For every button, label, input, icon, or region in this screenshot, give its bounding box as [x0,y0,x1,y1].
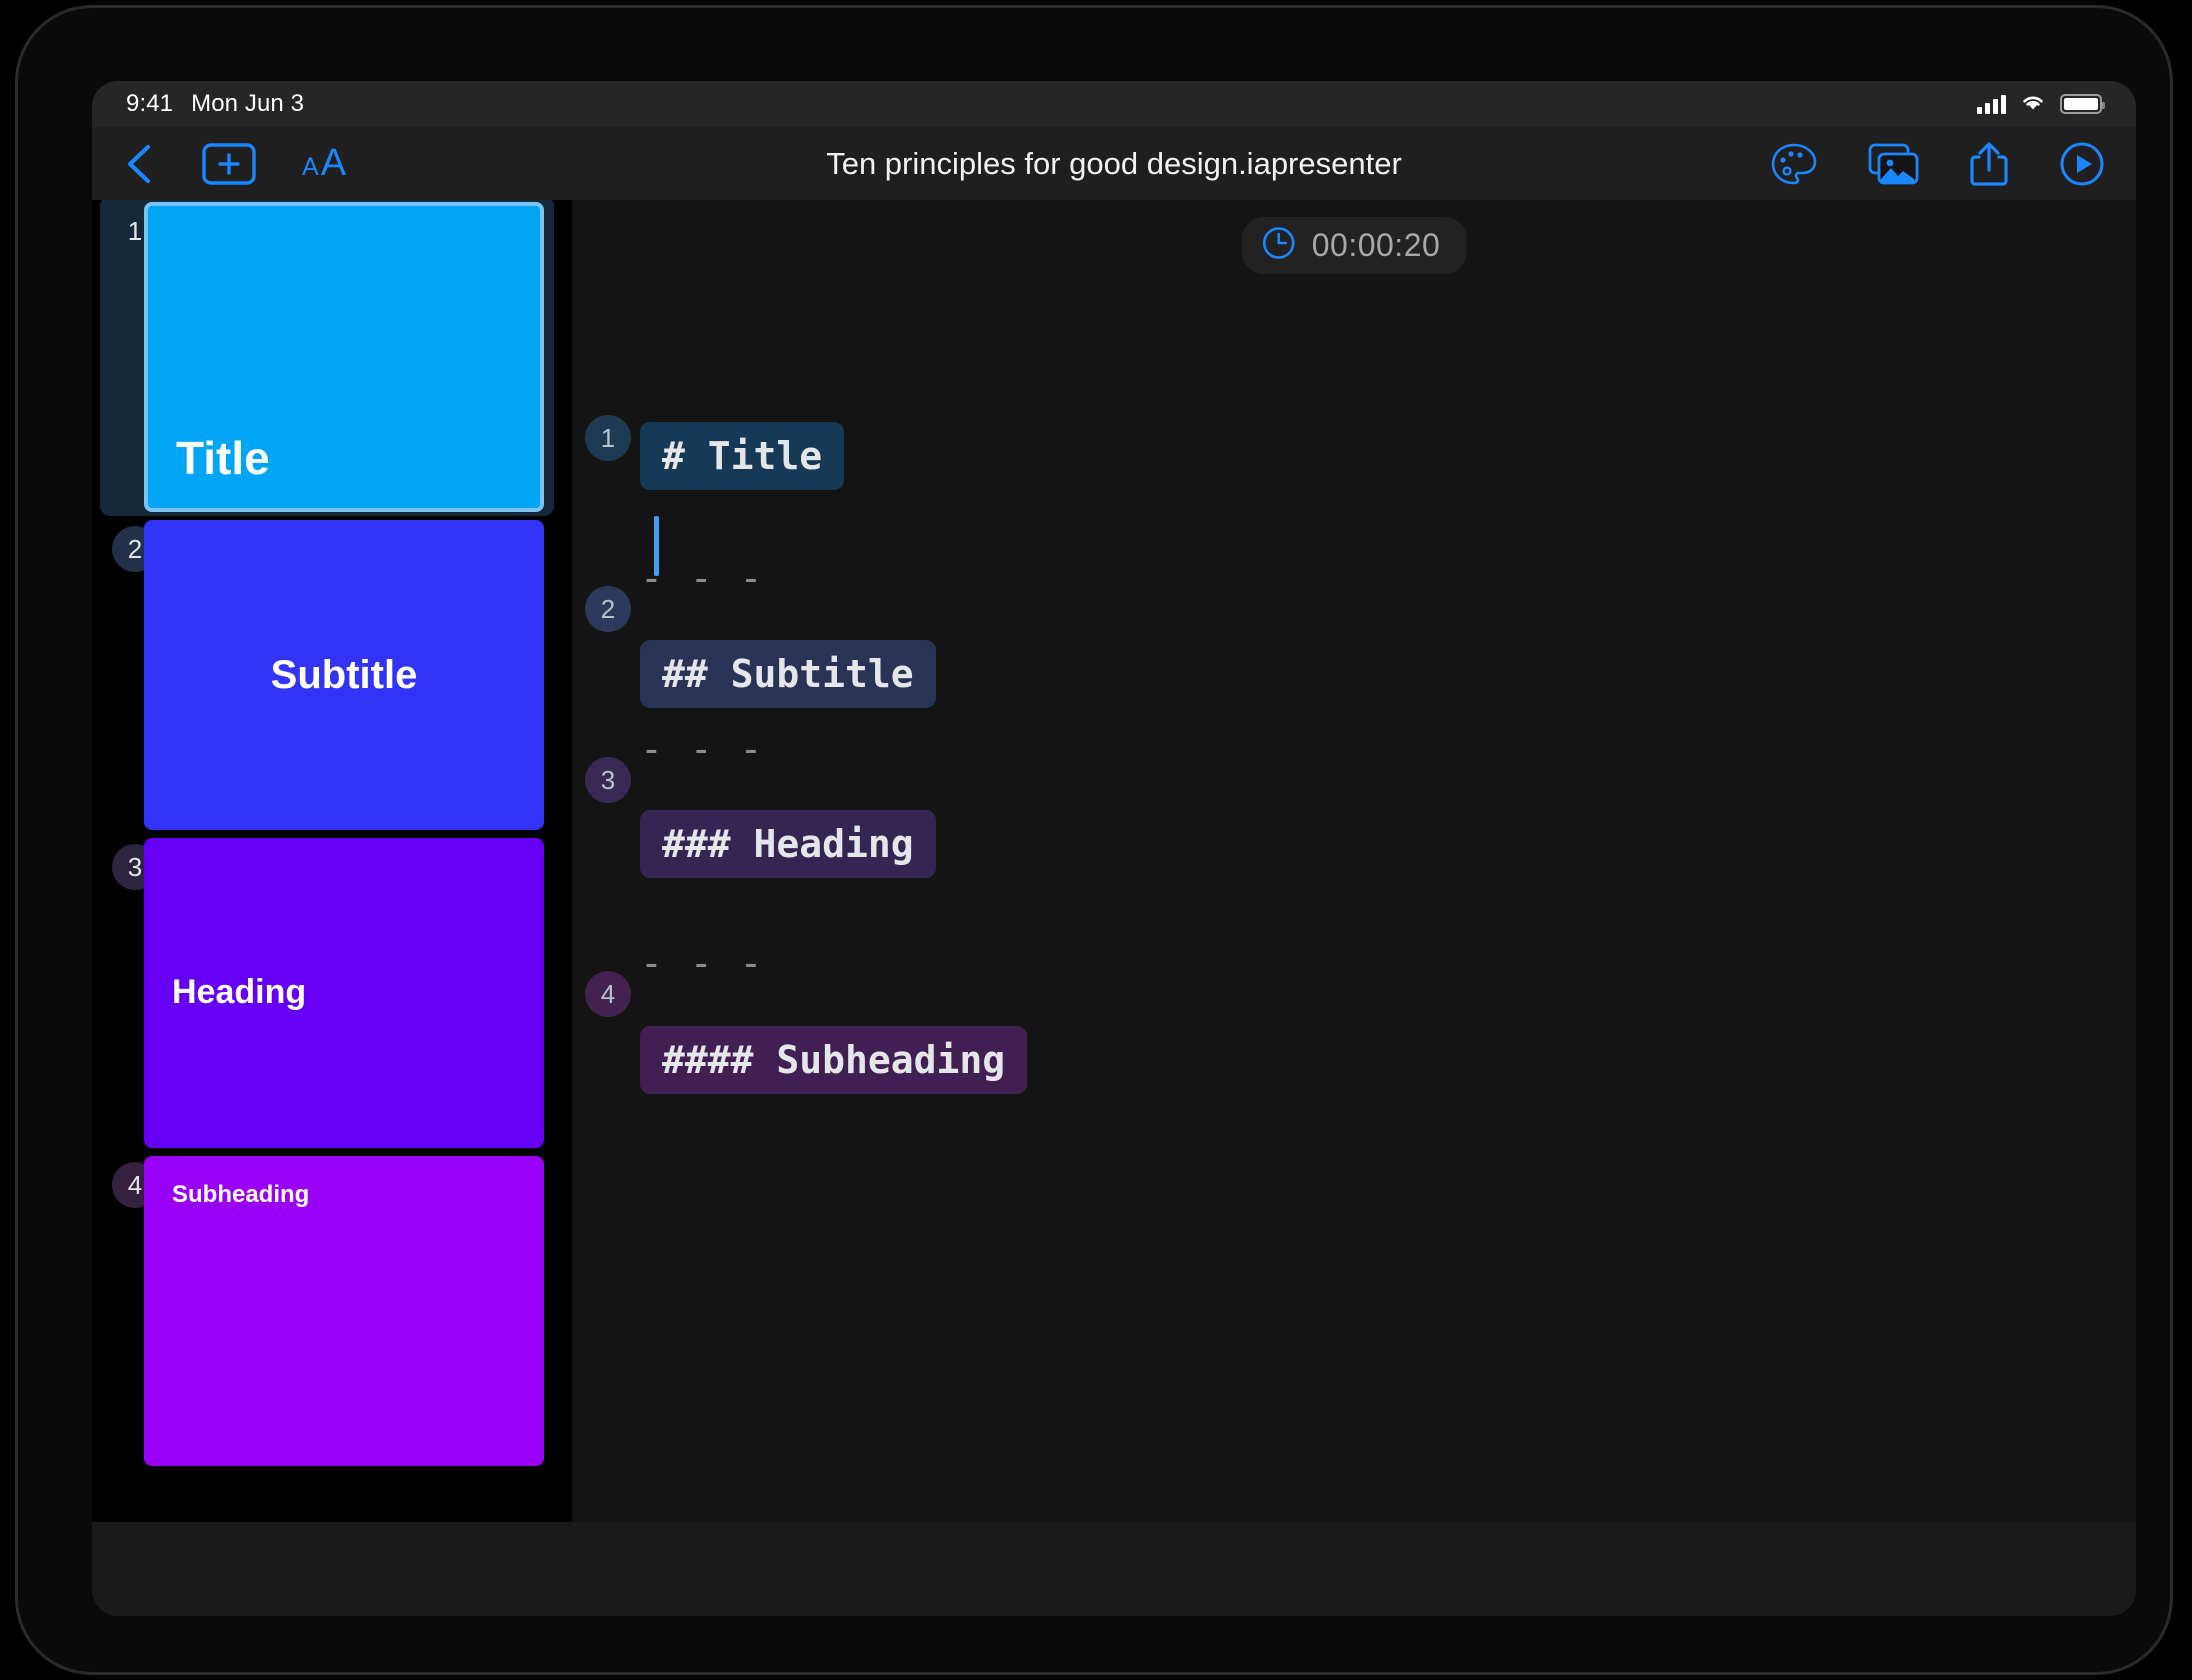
slide-preview-text: Title [176,431,270,484]
status-time: 9:41 [126,90,174,117]
status-bar: 9:41 Mon Jun 3 [92,81,2136,127]
markdown-heading-line[interactable]: # Title [640,422,845,490]
status-date: Mon Jun 3 [191,90,305,117]
presentation-timer[interactable]: 00:00:20 [1241,217,1467,274]
slide-navigator-sidebar[interactable]: 1 Title 2 Subtitle 3 Heading 4 Subheading [92,200,572,1522]
slide-thumbnail-item-2[interactable]: 2 Subtitle [92,518,572,836]
markdown-heading-line[interactable]: #### Subheading [640,1026,1028,1094]
slide-thumbnail-item-1[interactable]: 1 Title [92,200,572,518]
slide-preview[interactable]: Heading [144,838,544,1148]
text-size-button[interactable]: A A [302,142,346,185]
text-cursor [654,516,659,576]
text-size-large-label: A [320,142,347,184]
toolbar: A A Ten principles for good design.iapre… [92,127,2136,200]
slide-marker-1[interactable]: 1 [585,415,631,461]
slide-separator: - - - [640,727,765,771]
toolbar-right-group [1770,140,2106,188]
slide-thumbnail-item-4[interactable]: 4 Subheading [92,1154,572,1472]
text-size-small-label: A [302,153,319,181]
slide-preview[interactable]: Subheading [144,1156,544,1466]
markdown-heading-line[interactable]: ### Heading [640,810,936,878]
markdown-heading-line[interactable]: ## Subtitle [640,640,936,708]
photos-icon[interactable] [1866,142,1920,186]
back-button[interactable] [122,141,156,187]
body-area: 1 Title 2 Subtitle 3 Heading 4 Subheading 00:00… [92,200,2136,1616]
slide-marker-4[interactable]: 4 [585,971,631,1017]
slide-preview[interactable]: Subtitle [144,520,544,830]
add-slide-button[interactable] [202,142,256,185]
device-frame: 9:41 Mon Jun 3 A A Ten principles for go… [18,8,2170,1672]
bottom-bar [92,1522,2136,1616]
status-bar-left: 9:41 Mon Jun 3 [126,90,304,118]
slide-marker-2[interactable]: 2 [585,586,631,632]
play-icon[interactable] [2058,140,2106,188]
toolbar-left-group: A A [122,141,346,187]
palette-icon[interactable] [1770,142,1818,186]
slide-preview-text: Subheading [172,1181,310,1208]
slide-separator: - - - [640,941,765,985]
share-icon[interactable] [1968,140,2010,188]
slide-thumbnail-item-3[interactable]: 3 Heading [92,836,572,1154]
slide-marker-3[interactable]: 3 [585,757,631,803]
cellular-signal-icon [1977,94,2006,114]
slide-preview[interactable]: Title [144,202,544,512]
status-bar-right [1977,92,2105,117]
slide-preview-text: Heading [172,973,307,1012]
markdown-editor[interactable]: 00:00:20 1 # Title - - -2 ## Subtitle - - -3… [572,200,2136,1522]
battery-icon [2060,94,2105,114]
clock-icon [1262,226,1296,265]
screen: 9:41 Mon Jun 3 A A Ten principles for go… [92,81,2136,1616]
wifi-icon [2020,92,2046,117]
slide-preview-text: Subtitle [270,653,418,697]
timer-value: 00:00:20 [1311,227,1441,263]
